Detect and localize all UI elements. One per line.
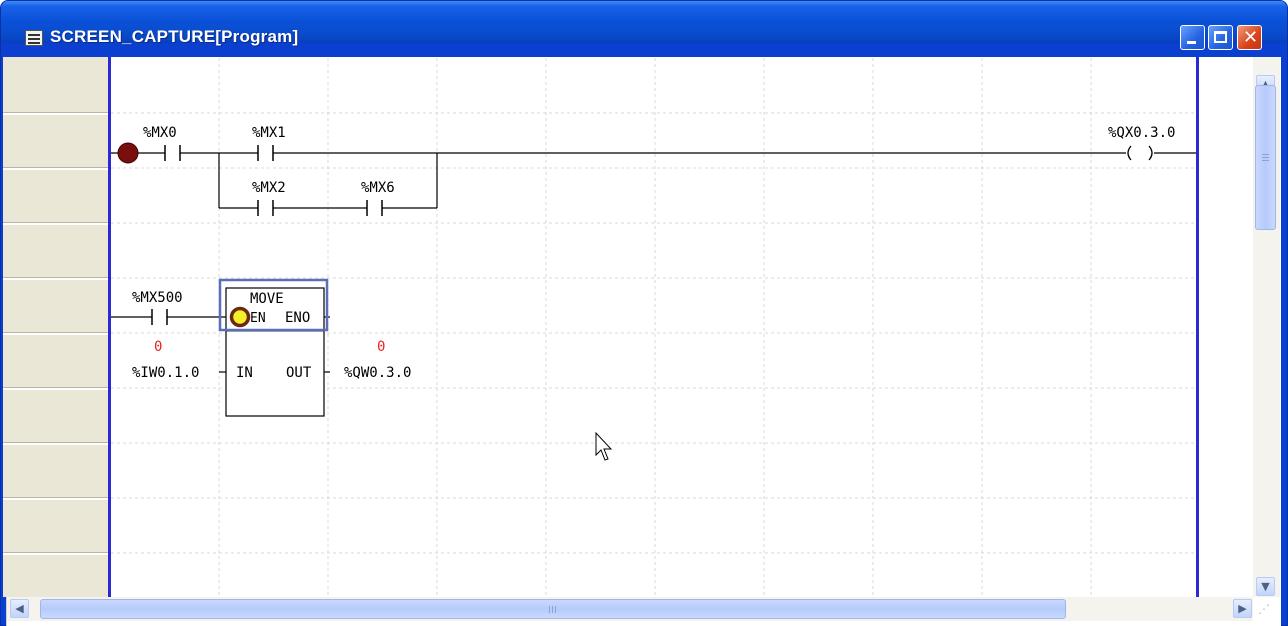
scroll-right-button[interactable]: ▶ (1233, 599, 1252, 618)
contact-mx0[interactable] (164, 145, 181, 161)
block-name: MOVE (250, 291, 284, 307)
contact-mx500[interactable] (151, 309, 168, 325)
coil-qx030[interactable] (1127, 145, 1153, 161)
block-pin-in: IN (236, 365, 253, 381)
coil-address: %QX0.3.0 (1108, 125, 1175, 141)
horizontal-scroll-thumb[interactable] (40, 599, 1066, 619)
thumb-grip (549, 606, 550, 613)
output-monitor-value: 0 (377, 339, 385, 355)
block-pin-en: EN (250, 311, 266, 326)
vertical-scrollbar[interactable]: ▲ ▼ (1253, 57, 1280, 597)
thumb-grip (1262, 160, 1269, 161)
breakpoint-marker[interactable] (229, 306, 251, 328)
thumb-grip (1262, 154, 1269, 155)
block-pin-eno: ENO (285, 310, 310, 326)
contact-mx1[interactable] (257, 145, 274, 161)
thumb-grip (555, 606, 556, 613)
thumb-grip (552, 606, 553, 613)
contact-address-mx500: %MX500 (132, 290, 183, 306)
thumb-grip (1262, 157, 1269, 158)
output-variable: %QW0.3.0 (344, 365, 411, 381)
contact-address-mx2: %MX2 (252, 180, 286, 196)
mouse-cursor-icon (595, 431, 613, 461)
contact-mx2[interactable] (257, 200, 274, 216)
contact-mx6[interactable] (366, 200, 383, 216)
contact-address-mx0: %MX0 (143, 125, 177, 141)
horizontal-scrollbar[interactable]: ◀ ▶ (7, 597, 1253, 621)
ladder-diagram: %MX0 %MX1 %MX2 %MX6 %QX0.3.0 MOVE EN ENO… (111, 58, 1196, 596)
scroll-down-button[interactable]: ▼ (1256, 577, 1275, 596)
contact-address-mx6: %MX6 (361, 180, 395, 196)
contact-address-mx1: %MX1 (252, 125, 286, 141)
input-variable: %IW0.1.0 (132, 365, 199, 381)
block-pin-out: OUT (286, 365, 312, 381)
scroll-left-button[interactable]: ◀ (10, 599, 29, 618)
vertical-scroll-thumb[interactable] (1255, 85, 1276, 230)
contact-monitor-value: 0 (154, 339, 162, 355)
breakpoint-marker[interactable] (117, 142, 139, 164)
size-grip-icon[interactable]: ⋰ (1258, 602, 1276, 620)
